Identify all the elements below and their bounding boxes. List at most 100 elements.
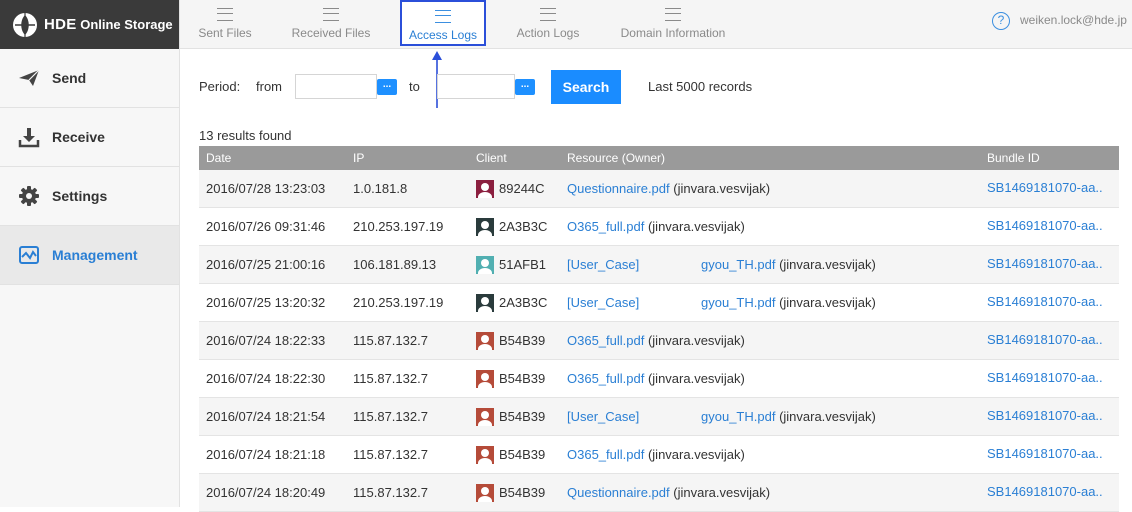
date-cell: 2016/07/24 18:22:30: [199, 359, 346, 398]
resource-owner: (jinvara.vesvijak): [673, 181, 771, 196]
sidebar-item-label: Management: [52, 247, 138, 263]
bundle-id-link[interactable]: SB1469181070-aa..: [987, 218, 1115, 233]
table-row[interactable]: 2016/07/25 21:00:16 106.181.89.13 51AFB1 [U…: [199, 245, 1119, 284]
resource-cell: Questionnaire.pdf (jinvara.vesvijak): [560, 473, 980, 512]
date-cell: 2016/07/25 13:20:32: [199, 283, 346, 322]
tab-label: Sent Files: [198, 26, 252, 40]
resource-link[interactable]: Questionnaire.pdf: [567, 485, 670, 500]
resource-cell: O365_full.pdf (jinvara.vesvijak): [560, 207, 980, 246]
top-nav-bar: Sent Files Received Files Access Logs Ac…: [180, 0, 1132, 49]
resource-link[interactable]: [User_Case]: [567, 295, 639, 310]
table-row[interactable]: 2016/07/24 18:21:54 115.87.132.7 B54B39 [Us…: [199, 397, 1119, 436]
resource-link[interactable]: [User_Case]: [567, 257, 639, 272]
column-header-client[interactable]: Client: [469, 146, 560, 170]
resource-file-link[interactable]: gyou_TH.pdf: [701, 409, 775, 424]
tab-domain-information[interactable]: Domain Information: [614, 0, 732, 46]
sidebar-item-receive[interactable]: Receive: [0, 108, 179, 167]
bundle-cell: SB1469181070-aa..: [980, 473, 1119, 512]
column-header-resource[interactable]: Resource (Owner): [560, 146, 980, 170]
ip-cell: 210.253.197.19: [346, 283, 469, 322]
bundle-id-link[interactable]: SB1469181070-aa..: [987, 446, 1115, 461]
app-logo[interactable]: HDE Online Storage: [0, 0, 179, 49]
search-button[interactable]: Search: [551, 70, 621, 104]
date-cell: 2016/07/26 09:31:46: [199, 207, 346, 246]
tab-action-logs[interactable]: Action Logs: [504, 0, 592, 46]
tab-label: Received Files: [291, 26, 371, 40]
sidebar-item-settings[interactable]: Settings: [0, 167, 179, 226]
ip-cell: 1.0.181.8: [346, 170, 469, 208]
from-date-input[interactable]: [295, 74, 377, 99]
column-header-ip[interactable]: IP: [346, 146, 469, 170]
bundle-id-link[interactable]: SB1469181070-aa..: [987, 408, 1115, 423]
bundle-cell: SB1469181070-aa..: [980, 321, 1119, 360]
client-id: 89244C: [499, 181, 545, 196]
table-row[interactable]: 2016/07/24 18:22:30 115.87.132.7 B54B39 O36…: [199, 359, 1119, 398]
date-cell: 2016/07/24 18:21:18: [199, 435, 346, 474]
resource-file-link[interactable]: gyou_TH.pdf: [701, 295, 775, 310]
table-row[interactable]: 2016/07/24 18:20:49 115.87.132.7 B54B39 Que…: [199, 473, 1119, 512]
tab-received-files[interactable]: Received Files: [280, 0, 382, 46]
access-log-table: Date IP Client Resource (Owner) Bundle I…: [199, 146, 1119, 512]
resource-link[interactable]: O365_full.pdf: [567, 371, 644, 386]
date-cell: 2016/07/24 18:22:33: [199, 321, 346, 360]
gear-icon: [19, 186, 39, 206]
resource-owner: (jinvara.vesvijak): [779, 257, 876, 272]
client-avatar-icon: [476, 369, 494, 388]
resource-cell: [User_Case] gyou_TH.pdf (jinvara.vesvijak…: [560, 397, 980, 436]
sidebar-item-management[interactable]: Management: [0, 226, 179, 285]
table-row[interactable]: 2016/07/24 18:22:33 115.87.132.7 B54B39 O36…: [199, 321, 1119, 360]
date-cell: 2016/07/28 13:23:03: [199, 170, 346, 208]
resource-owner: (jinvara.vesvijak): [647, 447, 745, 462]
tab-access-logs[interactable]: Access Logs: [400, 0, 486, 46]
table-row[interactable]: 2016/07/28 13:23:03 1.0.181.8 89244C Questi…: [199, 170, 1119, 208]
resource-file-link[interactable]: gyou_TH.pdf: [701, 257, 775, 272]
ip-cell: 106.181.89.13: [346, 245, 469, 284]
client-cell: 89244C: [469, 170, 560, 208]
table-row[interactable]: 2016/07/25 13:20:32 210.253.197.19 2A3B3C […: [199, 283, 1119, 322]
client-avatar-icon: [476, 483, 494, 502]
user-email[interactable]: weiken.lock@hde.jp: [1020, 13, 1127, 27]
bundle-id-link[interactable]: SB1469181070-aa..: [987, 370, 1115, 385]
table-row[interactable]: 2016/07/24 18:21:18 115.87.132.7 B54B39 O36…: [199, 435, 1119, 474]
tab-sent-files[interactable]: Sent Files: [188, 0, 262, 46]
bundle-id-link[interactable]: SB1469181070-aa..: [987, 332, 1115, 347]
bundle-id-link[interactable]: SB1469181070-aa..: [987, 180, 1115, 195]
resource-cell: O365_full.pdf (jinvara.vesvijak): [560, 359, 980, 398]
resource-link[interactable]: Questionnaire.pdf: [567, 181, 670, 196]
resource-cell: Questionnaire.pdf (jinvara.vesvijak): [560, 170, 980, 208]
client-id: 2A3B3C: [499, 295, 548, 310]
client-id: 51AFB1: [499, 257, 546, 272]
client-avatar-icon: [476, 255, 494, 274]
column-header-date[interactable]: Date: [199, 146, 346, 170]
resource-link[interactable]: O365_full.pdf: [567, 333, 644, 348]
sidebar-item-label: Receive: [52, 129, 105, 145]
download-icon: [18, 128, 40, 148]
tab-label: Action Logs: [516, 26, 580, 40]
resource-cell: [User_Case] gyou_TH.pdf (jinvara.vesvijak…: [560, 283, 980, 322]
table-row[interactable]: 2016/07/26 09:31:46 210.253.197.19 2A3B3C O…: [199, 207, 1119, 246]
menu-icon: [323, 8, 339, 21]
client-avatar-icon: [476, 293, 494, 312]
to-date-input[interactable]: [437, 74, 515, 99]
resource-link[interactable]: [User_Case]: [567, 409, 639, 424]
bundle-id-link[interactable]: SB1469181070-aa..: [987, 484, 1115, 499]
client-id: B54B39: [499, 371, 546, 386]
from-label: from: [256, 79, 282, 94]
client-cell: 51AFB1: [469, 245, 560, 284]
help-icon[interactable]: ?: [992, 12, 1010, 30]
bundle-id-link[interactable]: SB1469181070-aa..: [987, 294, 1115, 309]
column-header-bundle-id[interactable]: Bundle ID: [980, 146, 1119, 170]
sidebar: HDE Online Storage Send Receive Settings: [0, 0, 180, 507]
client-cell: B54B39: [469, 435, 560, 474]
bundle-cell: SB1469181070-aa..: [980, 245, 1119, 284]
from-calendar-button[interactable]: ...: [377, 79, 397, 95]
to-calendar-button[interactable]: ...: [515, 79, 535, 95]
resource-link[interactable]: O365_full.pdf: [567, 447, 644, 462]
ip-cell: 115.87.132.7: [346, 359, 469, 398]
bundle-id-link[interactable]: SB1469181070-aa..: [987, 256, 1115, 271]
sidebar-item-send[interactable]: Send: [0, 49, 179, 108]
records-note: Last 5000 records: [648, 79, 753, 94]
resource-owner: (jinvara.vesvijak): [647, 333, 745, 348]
client-avatar-icon: [476, 331, 494, 350]
resource-link[interactable]: O365_full.pdf: [567, 219, 644, 234]
